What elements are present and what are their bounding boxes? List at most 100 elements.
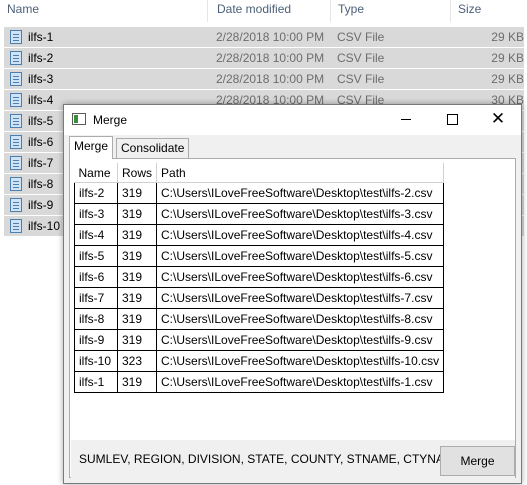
csv-file-icon: [10, 114, 22, 128]
minimize-icon: [401, 119, 411, 121]
grid-header-rows[interactable]: Rows: [117, 163, 158, 183]
grid-row[interactable]: ilfs-5 319 C:\Users\ILoveFreeSoftware\Desk…: [74, 245, 445, 267]
grid-row[interactable]: ilfs-8 319 C:\Users\ILoveFreeSoftware\Desk…: [74, 308, 445, 330]
maximize-icon: [446, 114, 458, 126]
grid-cell-rows[interactable]: 319: [116, 287, 158, 309]
grid-cell-name[interactable]: ilfs-10: [74, 350, 118, 372]
file-name: ilfs-3: [28, 72, 54, 86]
grid-cell-path[interactable]: C:\Users\ILoveFreeSoftware\Desktop\test\…: [156, 287, 445, 309]
csv-file-icon: [10, 177, 22, 191]
dialog-title: Merge: [93, 113, 128, 127]
column-header-type[interactable]: Type: [338, 0, 364, 20]
file-size: 29 KB: [491, 51, 524, 65]
close-button[interactable]: ✕: [475, 105, 521, 135]
file-name: ilfs-5: [28, 114, 54, 128]
grid-row[interactable]: ilfs-9 319 C:\Users\ILoveFreeSoftware\Desk…: [74, 329, 445, 351]
csv-file-icon: [10, 156, 22, 170]
csv-file-icon: [10, 30, 22, 44]
file-name: ilfs-1: [28, 30, 54, 44]
file-date: 2/28/2018 10:00 PM: [216, 51, 325, 65]
file-size: 29 KB: [491, 72, 524, 86]
csv-file-icon: [10, 135, 22, 149]
grid-cell-name[interactable]: ilfs-4: [74, 224, 118, 246]
maximize-button[interactable]: [429, 105, 475, 135]
grid-cell-rows[interactable]: 319: [116, 224, 158, 246]
grid-cell-path[interactable]: C:\Users\ILoveFreeSoftware\Desktop\test\…: [156, 266, 445, 288]
grid-cell-rows[interactable]: 319: [116, 182, 158, 204]
column-header-date[interactable]: Date modified: [217, 0, 291, 20]
csv-file-icon: [10, 219, 22, 233]
merge-panel: Name Rows Path ilfs-2 319 C:\Users\ILoveFr…: [69, 158, 516, 478]
file-name: ilfs-9: [28, 198, 54, 212]
grid-cell-path[interactable]: C:\Users\ILoveFreeSoftware\Desktop\test\…: [156, 182, 445, 204]
grid-cell-path[interactable]: C:\Users\ILoveFreeSoftware\Desktop\test\…: [156, 329, 445, 351]
grid-cell-rows[interactable]: 319: [116, 266, 158, 288]
grid-cell-path[interactable]: C:\Users\ILoveFreeSoftware\Desktop\test\…: [156, 371, 445, 393]
file-name: ilfs-7: [28, 156, 54, 170]
file-row[interactable]: ilfs-1 2/28/2018 10:00 PM CSV File 29 KB: [4, 27, 524, 48]
minimize-button[interactable]: [383, 105, 429, 135]
title-bar[interactable]: Merge ✕: [64, 105, 521, 135]
file-name: ilfs-2: [28, 51, 54, 65]
grid-header-path[interactable]: Path: [156, 163, 445, 183]
grid-cell-rows[interactable]: 319: [116, 371, 158, 393]
grid-cell-path[interactable]: C:\Users\ILoveFreeSoftware\Desktop\test\…: [156, 245, 445, 267]
file-name: ilfs-6: [28, 135, 54, 149]
grid-cell-name[interactable]: ilfs-7: [74, 287, 118, 309]
grid-row[interactable]: ilfs-2 319 C:\Users\ILoveFreeSoftware\Desk…: [74, 182, 445, 204]
file-name: ilfs-10: [28, 219, 61, 233]
grid-cell-name[interactable]: ilfs-5: [74, 245, 118, 267]
file-row[interactable]: ilfs-3 2/28/2018 10:00 PM CSV File 29 KB: [4, 69, 524, 90]
grid-cell-rows[interactable]: 319: [116, 203, 158, 225]
file-type: CSV File: [337, 72, 385, 86]
grid-row[interactable]: ilfs-6 319 C:\Users\ILoveFreeSoftware\Desk…: [74, 266, 445, 288]
column-header-name[interactable]: Name: [7, 0, 39, 20]
column-divider[interactable]: [330, 0, 331, 22]
grid-row[interactable]: ilfs-4 319 C:\Users\ILoveFreeSoftware\Desk…: [74, 224, 445, 246]
grid-cell-path[interactable]: C:\Users\ILoveFreeSoftware\Desktop\test\…: [156, 203, 445, 225]
grid-cell-name[interactable]: ilfs-1: [74, 371, 118, 393]
app-icon: [72, 113, 86, 125]
grid-cell-rows[interactable]: 319: [116, 329, 158, 351]
csv-file-icon: [10, 72, 22, 86]
csv-file-icon: [10, 93, 22, 107]
grid-cell-name[interactable]: ilfs-6: [74, 266, 118, 288]
grid-cell-name[interactable]: ilfs-3: [74, 203, 118, 225]
merge-dialog: Merge ✕ Merge Consolidate Name Rows Path…: [63, 104, 522, 484]
bottom-bar: SUMLEV, REGION, DIVISION, STATE, COUNTY,…: [71, 440, 515, 478]
tab-merge[interactable]: Merge: [69, 136, 114, 159]
grid-row[interactable]: ilfs-1 319 C:\Users\ILoveFreeSoftware\Desk…: [74, 371, 445, 393]
file-type: CSV File: [337, 51, 385, 65]
tab-consolidate[interactable]: Consolidate: [116, 138, 190, 158]
file-date: 2/28/2018 10:00 PM: [216, 30, 325, 44]
csv-file-icon: [10, 51, 22, 65]
grid-cell-path[interactable]: C:\Users\ILoveFreeSoftware\Desktop\test\…: [156, 350, 445, 372]
grid-header-name[interactable]: Name: [74, 163, 118, 183]
file-date: 2/28/2018 10:00 PM: [216, 72, 325, 86]
grid-cell-name[interactable]: ilfs-8: [74, 308, 118, 330]
grid-cell-name[interactable]: ilfs-9: [74, 329, 118, 351]
grid-header-row: Name Rows Path: [74, 163, 445, 183]
grid-row[interactable]: ilfs-10 323 C:\Users\ILoveFreeSoftware\Des…: [74, 350, 445, 372]
csv-file-icon: [10, 198, 22, 212]
grid-cell-name[interactable]: ilfs-2: [74, 182, 118, 204]
close-icon: ✕: [490, 109, 506, 129]
file-row[interactable]: ilfs-2 2/28/2018 10:00 PM CSV File 29 KB: [4, 48, 524, 69]
column-list-text: SUMLEV, REGION, DIVISION, STATE, COUNTY,…: [79, 452, 462, 466]
column-header-size[interactable]: Size: [458, 0, 481, 20]
files-grid: Name Rows Path ilfs-2 319 C:\Users\ILoveFr…: [74, 163, 445, 393]
column-divider[interactable]: [450, 0, 451, 22]
grid-cell-rows[interactable]: 323: [116, 350, 158, 372]
grid-cell-rows[interactable]: 319: [116, 308, 158, 330]
grid-cell-path[interactable]: C:\Users\ILoveFreeSoftware\Desktop\test\…: [156, 224, 445, 246]
grid-row[interactable]: ilfs-7 319 C:\Users\ILoveFreeSoftware\Desk…: [74, 287, 445, 309]
grid-cell-path[interactable]: C:\Users\ILoveFreeSoftware\Desktop\test\…: [156, 308, 445, 330]
grid-cell-rows[interactable]: 319: [116, 245, 158, 267]
file-name: ilfs-8: [28, 177, 54, 191]
grid-row[interactable]: ilfs-3 319 C:\Users\ILoveFreeSoftware\Desk…: [74, 203, 445, 225]
file-type: CSV File: [337, 30, 385, 44]
merge-button[interactable]: Merge: [440, 446, 515, 476]
file-name: ilfs-4: [28, 93, 54, 107]
file-size: 29 KB: [491, 30, 524, 44]
column-divider[interactable]: [207, 0, 208, 22]
